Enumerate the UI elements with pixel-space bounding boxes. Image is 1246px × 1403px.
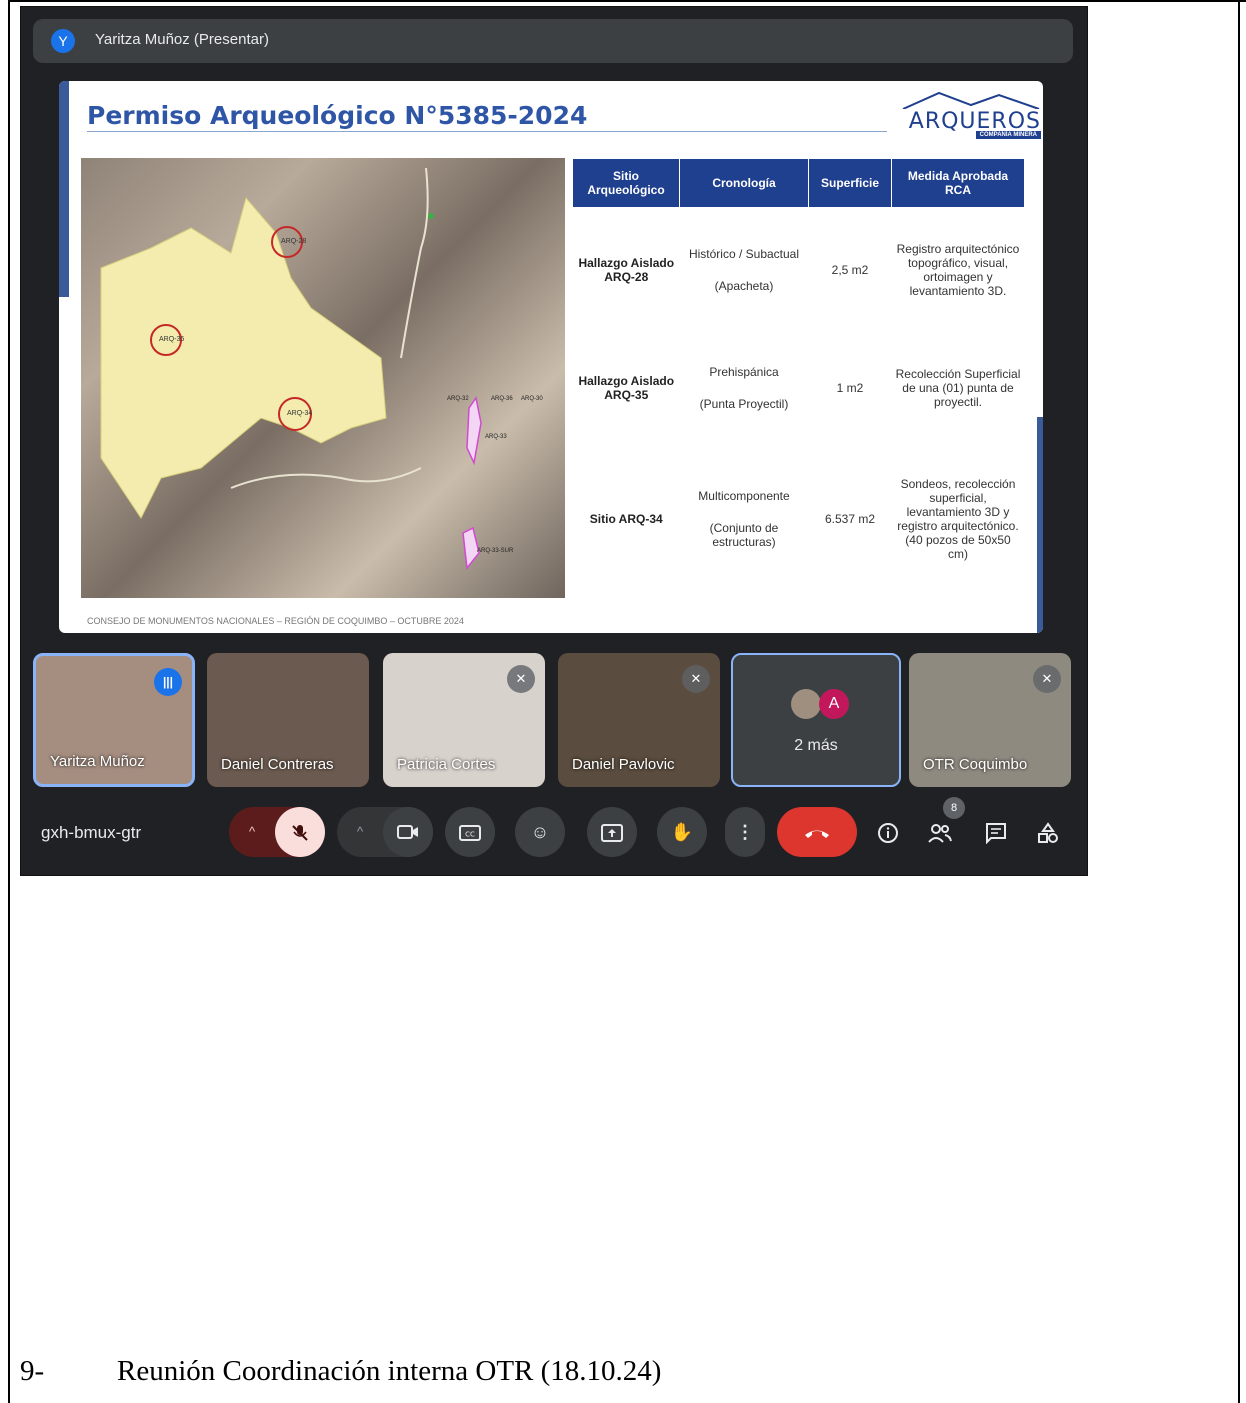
participant-tile[interactable]: ✕ OTR Coquimbo <box>909 653 1071 787</box>
participant-name: Daniel Contreras <box>221 756 334 773</box>
chronology-cell: Histórico / Subactual (Apacheta) <box>680 207 809 333</box>
speaking-indicator-icon: ||| <box>154 668 182 696</box>
satellite-map: ARQ-28 ARQ-35 ARQ-34 ARQ-32 ARQ-36 ARQ-3… <box>81 158 565 598</box>
participant-tile[interactable]: ||| Yaritza Muñoz <box>33 653 195 787</box>
info-icon[interactable] <box>873 817 903 847</box>
arqueros-logo: ARQUEROS COMPAÑÍA MINERA <box>899 91 1041 139</box>
chronology: Prehispánica <box>709 365 779 379</box>
map-label: ARQ-33 <box>485 434 507 440</box>
table-header: Sitio Arqueológico <box>573 159 680 207</box>
chronology-note: (Punta Proyectil) <box>699 397 789 411</box>
title-underline <box>87 131 887 132</box>
emoji-icon[interactable]: ☺ <box>515 807 565 857</box>
mic-muted-icon: ✕ <box>682 665 710 693</box>
site-cell: Sitio ARQ-34 <box>589 512 663 526</box>
mic-control: ^ <box>229 807 325 857</box>
activities-icon[interactable] <box>1033 817 1063 847</box>
chronology-cell: Prehispánica (Punta Proyectil) <box>680 333 809 443</box>
presentation-slide: Permiso Arqueológico N°5385-2024 ARQUERO… <box>59 81 1043 633</box>
map-label: ARQ-35 <box>159 336 185 343</box>
mic-muted-icon: ✕ <box>1033 665 1061 693</box>
chronology-note: (Apacheta) <box>714 279 774 293</box>
measure-cell: Sondeos, recolección superficial, levant… <box>897 477 1019 561</box>
raise-hand-icon[interactable]: ✋ <box>657 807 707 857</box>
end-call-icon[interactable] <box>777 807 857 857</box>
participant-name: Yaritza Muñoz <box>50 753 145 770</box>
slide-title: Permiso Arqueológico N°5385-2024 <box>87 101 588 130</box>
mic-options-chevron-icon[interactable]: ^ <box>229 807 275 857</box>
participants-count-badge: 8 <box>943 797 965 819</box>
caption-text: Reunión Coordinación interna OTR (18.10.… <box>117 1355 662 1387</box>
mic-off-icon[interactable] <box>275 807 325 857</box>
svg-text:CC: CC <box>465 831 475 839</box>
archaeology-table: Sitio Arqueológico Cronología Superficie… <box>573 159 1025 595</box>
camera-control: ^ <box>337 807 433 857</box>
present-icon[interactable] <box>587 807 637 857</box>
participant-tile[interactable]: Daniel Contreras <box>207 653 369 787</box>
table-row: Sitio ARQ-34 Multicomponente (Conjunto de… <box>573 443 1025 595</box>
meeting-controls: gxh-bmux-gtr ^ ^ CC ☺ ✋ ⋮ 8 <box>21 797 1087 869</box>
chronology-cell: Multicomponente (Conjunto de estructuras) <box>680 443 809 595</box>
slide-accent-bar <box>59 81 69 297</box>
participant-strip: ||| Yaritza Muñoz Daniel Contreras ✕ Pat… <box>31 653 1083 789</box>
captions-icon[interactable]: CC <box>445 807 495 857</box>
surface-cell: 1 m2 <box>836 381 864 395</box>
table-row: Hallazgo Aislado ARQ-28 Histórico / Suba… <box>573 207 1025 333</box>
camera-options-chevron-icon[interactable]: ^ <box>337 807 383 857</box>
document-column-divider <box>1238 0 1240 1403</box>
participant-tile[interactable]: ✕ Daniel Pavlovic <box>558 653 720 787</box>
presenter-avatar: Y <box>51 29 75 53</box>
surface-cell: 6.537 m2 <box>824 512 876 526</box>
presenter-label[interactable]: Yaritza Muñoz (Presentar) <box>95 31 269 48</box>
map-label: ARQ-33-SUR <box>477 548 514 554</box>
logo-subtext: COMPAÑÍA MINERA <box>975 131 1041 139</box>
site-cell: Hallazgo Aislado ARQ-28 <box>578 256 675 284</box>
map-label: ARQ-28 <box>281 238 307 245</box>
map-label: ARQ-36 <box>491 396 513 402</box>
measure-cell: Registro arquitectónico topográfico, vis… <box>896 242 1020 298</box>
table-row: Hallazgo Aislado ARQ-35 Prehispánica (Pun… <box>573 333 1025 443</box>
participant-name: Daniel Pavlovic <box>572 756 675 773</box>
more-participants-label: 2 más <box>794 737 838 754</box>
participant-avatar <box>791 689 821 719</box>
slide-accent-bar-right <box>1037 417 1043 633</box>
chronology: Multicomponente <box>698 489 790 503</box>
chat-icon[interactable] <box>981 817 1011 847</box>
table-header: Superficie <box>808 159 892 207</box>
chronology: Histórico / Subactual <box>688 247 800 261</box>
map-label: ARQ-30 <box>521 396 543 402</box>
table-header: Medida Aprobada RCA <box>891 159 1025 207</box>
mic-muted-icon: ✕ <box>507 665 535 693</box>
people-icon[interactable] <box>925 817 955 847</box>
more-participants-tile[interactable]: A 2 más <box>731 653 901 787</box>
site-cell: Hallazgo Aislado ARQ-35 <box>578 374 675 402</box>
chronology-note: (Conjunto de estructuras) <box>709 521 779 549</box>
map-label: ARQ-32 <box>447 396 469 402</box>
map-label: ARQ-34 <box>287 410 313 417</box>
more-options-icon[interactable]: ⋮ <box>725 807 765 857</box>
measure-cell: Recolección Superficial de una (01) punt… <box>895 367 1021 409</box>
caption-number: 9- <box>20 1355 45 1387</box>
participant-name: OTR Coquimbo <box>923 756 1028 773</box>
mountain-logo-icon <box>902 91 1040 109</box>
participant-tile[interactable]: ✕ Patricia Cortes <box>383 653 545 787</box>
participant-avatar-a: A <box>819 689 849 719</box>
table-header: Cronología <box>679 159 809 207</box>
meeting-code: gxh-bmux-gtr <box>41 823 142 842</box>
map-overlay <box>100 167 482 570</box>
camera-icon[interactable] <box>383 807 433 857</box>
surface-cell: 2,5 m2 <box>831 263 869 277</box>
slide-footer: CONSEJO DE MONUMENTOS NACIONALES – REGIÓ… <box>87 616 464 626</box>
participant-name: Patricia Cortes <box>397 756 496 773</box>
meet-window: Y Yaritza Muñoz (Presentar) Permiso Arqu… <box>20 6 1088 876</box>
presenter-bar: Y Yaritza Muñoz (Presentar) <box>33 19 1073 63</box>
